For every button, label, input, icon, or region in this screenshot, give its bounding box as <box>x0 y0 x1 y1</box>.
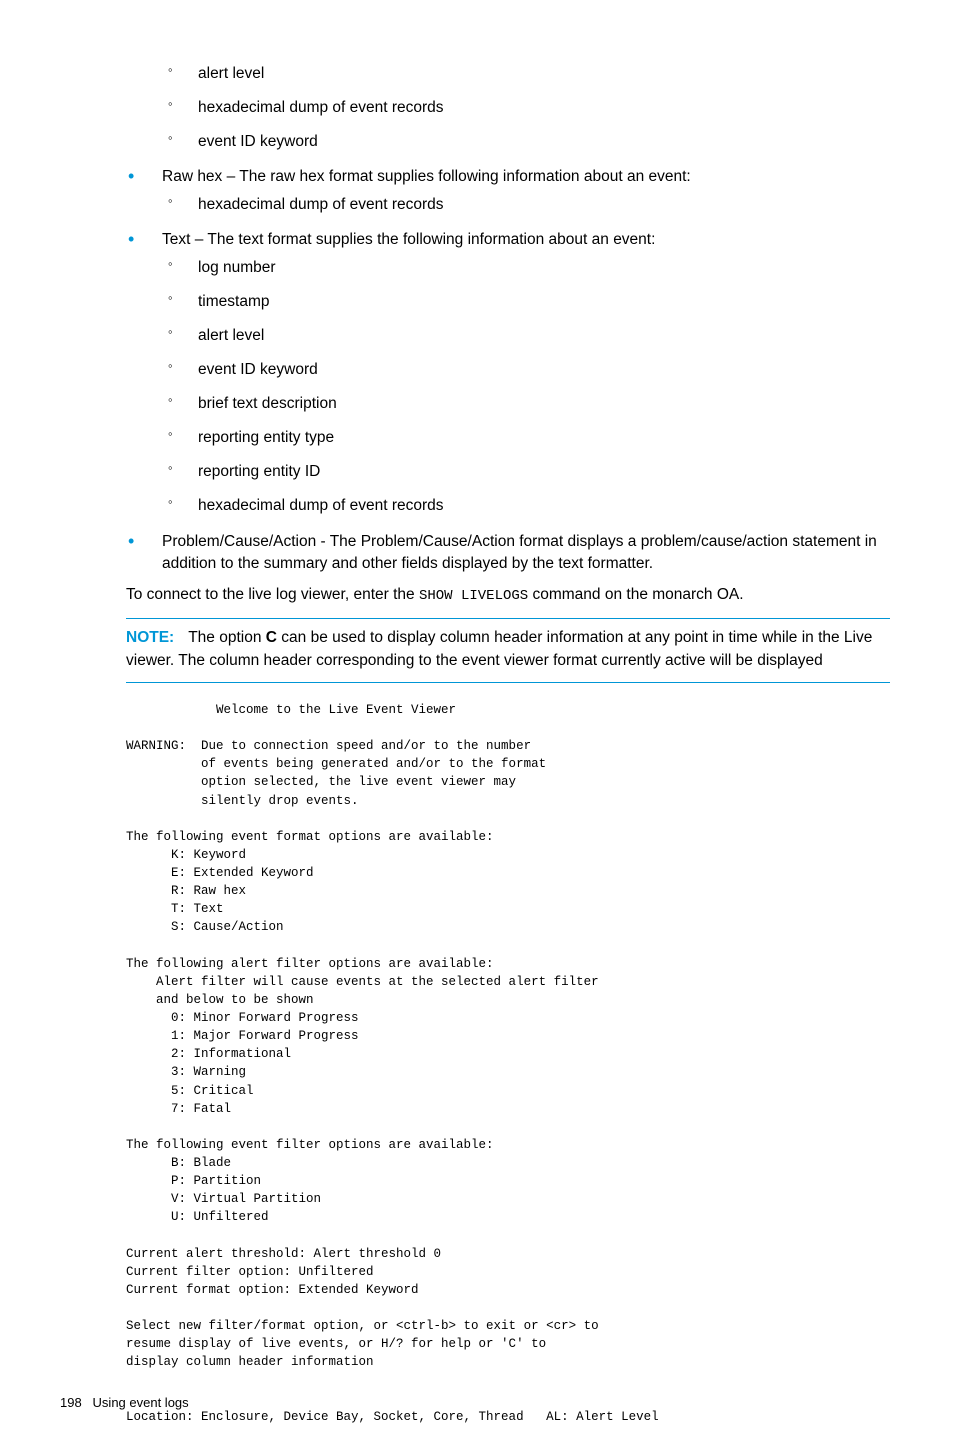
section-title: Using event logs <box>93 1395 189 1410</box>
list-item: log number <box>162 258 890 278</box>
list-item-text: Text – The text format supplies the foll… <box>126 229 890 517</box>
list-item: reporting entity ID <box>162 462 890 482</box>
list-item: event ID keyword <box>162 360 890 380</box>
note-block: NOTE:The option C can be used to display… <box>126 618 890 683</box>
list-text: Raw hex – The raw hex format supplies fo… <box>162 168 691 185</box>
list-item: hexadecimal dump of event records <box>162 496 890 516</box>
connect-paragraph: To connect to the live log viewer, enter… <box>126 584 890 606</box>
orphan-sublist: alert level hexadecimal dump of event re… <box>126 64 890 152</box>
list-text: Problem/Cause/Action - The Problem/Cause… <box>162 533 877 572</box>
text: command on the monarch OA. <box>528 586 743 603</box>
list-item: alert level <box>162 326 890 346</box>
main-list: Raw hex – The raw hex format supplies fo… <box>126 166 890 575</box>
page-footer: 198 Using event logs <box>60 1395 189 1410</box>
note-text: The option <box>188 629 266 646</box>
list-item: event ID keyword <box>162 132 890 152</box>
list-item: hexadecimal dump of event records <box>162 195 890 215</box>
list-text: Text – The text format supplies the foll… <box>162 231 655 248</box>
page-container: alert level hexadecimal dump of event re… <box>0 0 954 1456</box>
list-item: alert level <box>162 64 890 84</box>
list-item: hexadecimal dump of event records <box>162 98 890 118</box>
content-area: alert level hexadecimal dump of event re… <box>60 64 894 1426</box>
code-block: Welcome to the Live Event Viewer WARNING… <box>126 701 890 1426</box>
list-item: brief text description <box>162 394 890 414</box>
note-label: NOTE: <box>126 629 174 646</box>
inline-command: SHOW LIVELOGS <box>419 588 528 604</box>
sublist: hexadecimal dump of event records <box>162 195 890 215</box>
sublist: log number timestamp alert level event I… <box>162 258 890 517</box>
list-item: reporting entity type <box>162 428 890 448</box>
list-item-rawhex: Raw hex – The raw hex format supplies fo… <box>126 166 890 215</box>
list-item: timestamp <box>162 292 890 312</box>
page-number: 198 <box>60 1395 82 1410</box>
note-option: C <box>266 629 277 646</box>
list-item-pca: Problem/Cause/Action - The Problem/Cause… <box>126 531 890 576</box>
text: To connect to the live log viewer, enter… <box>126 586 419 603</box>
